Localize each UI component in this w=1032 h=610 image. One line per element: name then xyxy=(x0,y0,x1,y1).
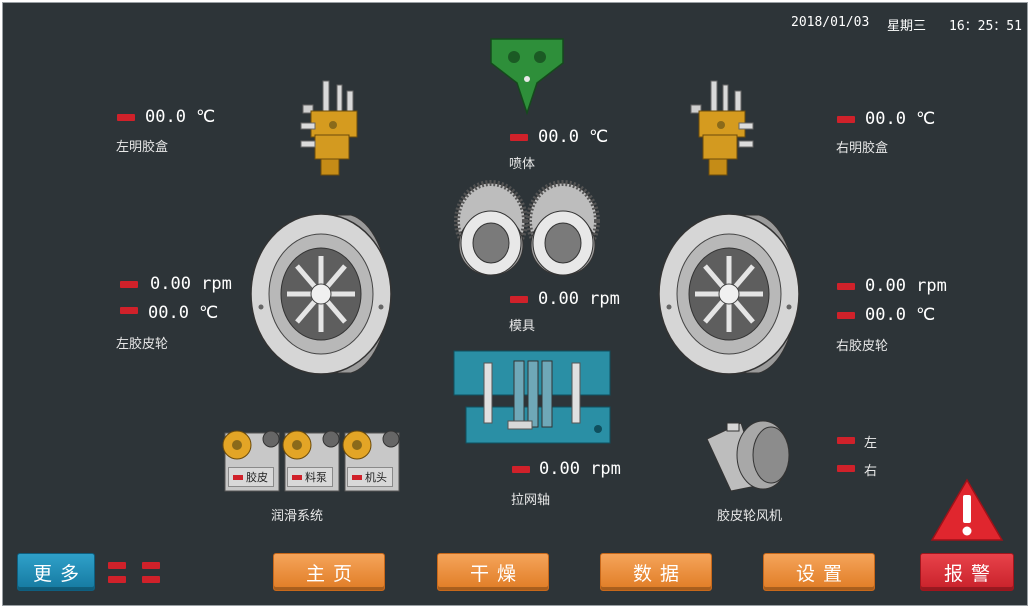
net-shaft-icon[interactable] xyxy=(452,349,616,445)
right-wheel-temp-indicator xyxy=(837,312,855,319)
home-button[interactable]: 主页 xyxy=(273,553,385,591)
status-indicator-1 xyxy=(108,562,126,569)
right-wheel-label: 右胶皮轮 xyxy=(836,339,889,354)
status-indicator-3 xyxy=(108,576,126,583)
fan-left-label: 左 xyxy=(864,436,878,451)
right-glue-box-temp: 00.0 ℃ xyxy=(865,109,936,129)
warning-icon xyxy=(930,478,1004,541)
left-glue-box-icon[interactable] xyxy=(297,77,367,181)
lubrication-tag-rubber: 胶皮 xyxy=(228,467,274,487)
left-glue-box-label: 左明胶盒 xyxy=(116,140,169,155)
right-wheel-temp: 00.0 ℃ xyxy=(865,305,936,325)
fan-right-indicator xyxy=(837,465,855,472)
left-glue-box-temp: 00.0 ℃ xyxy=(145,107,216,127)
hmi-screen: 2018/01/03 星期三 16：25：51 00.0 ℃ 左明胶盒 00.0… xyxy=(2,2,1028,606)
left-wheel-speed-indicator xyxy=(120,281,138,288)
lubrication-label: 润滑系统 xyxy=(271,509,324,524)
fan-right-label: 右 xyxy=(864,464,878,479)
more-button[interactable]: 更多 xyxy=(17,553,95,591)
nozzle-icon[interactable] xyxy=(487,35,567,117)
lubrication-tag-pump-label: 料泵 xyxy=(305,471,327,484)
lubrication-tag-pump-indicator xyxy=(292,474,302,480)
status-indicator-2 xyxy=(142,562,160,569)
right-wheel-icon[interactable] xyxy=(657,211,807,377)
mold-speed: 0.00 rpm xyxy=(538,289,620,309)
wheel-fan-icon[interactable] xyxy=(701,415,797,495)
time-text: 16：25：51 xyxy=(949,19,1022,34)
data-button[interactable]: 数据 xyxy=(600,553,712,591)
right-wheel-speed-indicator xyxy=(837,283,855,290)
alarm-button[interactable]: 报警 xyxy=(920,553,1014,591)
left-glue-box-indicator xyxy=(117,114,135,121)
left-wheel-speed: 0.00 rpm xyxy=(150,274,232,294)
right-glue-box-icon[interactable] xyxy=(687,77,757,181)
net-shaft-indicator xyxy=(512,466,530,473)
lubrication-tag-head: 机头 xyxy=(347,467,393,487)
lubrication-tag-rubber-label: 胶皮 xyxy=(246,471,268,484)
nozzle-label: 喷体 xyxy=(509,157,536,172)
lubrication-tag-head-indicator xyxy=(352,474,362,480)
left-wheel-label: 左胶皮轮 xyxy=(116,337,169,352)
status-indicator-4 xyxy=(142,576,160,583)
mold-label: 模具 xyxy=(509,319,536,334)
right-wheel-speed: 0.00 rpm xyxy=(865,276,947,296)
net-shaft-speed: 0.00 rpm xyxy=(539,459,621,479)
dry-button[interactable]: 干燥 xyxy=(437,553,549,591)
right-glue-box-label: 右明胶盒 xyxy=(836,141,889,156)
date-text: 2018/01/03 xyxy=(791,15,870,30)
mold-icon[interactable] xyxy=(454,180,603,281)
weekday-text: 星期三 xyxy=(887,19,927,34)
mold-indicator xyxy=(510,296,528,303)
lubrication-tag-pump: 料泵 xyxy=(287,467,333,487)
left-wheel-icon[interactable] xyxy=(249,211,399,377)
fan-left-indicator xyxy=(837,437,855,444)
left-wheel-temp: 00.0 ℃ xyxy=(148,303,219,323)
right-glue-box-indicator xyxy=(837,116,855,123)
net-shaft-label: 拉网轴 xyxy=(511,493,551,508)
settings-button[interactable]: 设置 xyxy=(763,553,875,591)
lubrication-tag-rubber-indicator xyxy=(233,474,243,480)
wheel-fan-label: 胶皮轮风机 xyxy=(717,509,783,524)
lubrication-tag-head-label: 机头 xyxy=(365,471,387,484)
nozzle-indicator xyxy=(510,134,528,141)
left-wheel-temp-indicator xyxy=(120,307,138,314)
nozzle-temp: 00.0 ℃ xyxy=(538,127,609,147)
